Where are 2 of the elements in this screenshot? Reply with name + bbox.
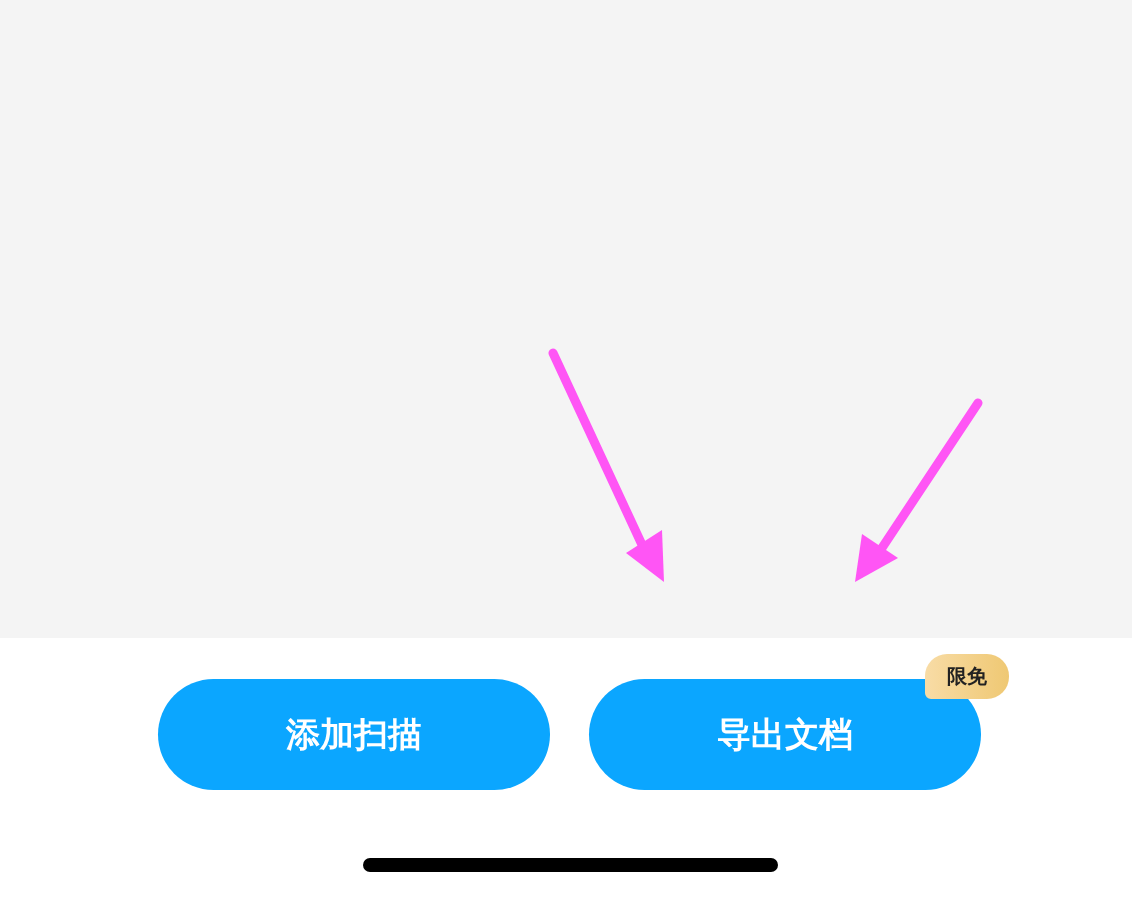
- promo-badge: 限免: [925, 654, 1009, 699]
- action-button[interactable]: 添加扫描: [158, 679, 550, 790]
